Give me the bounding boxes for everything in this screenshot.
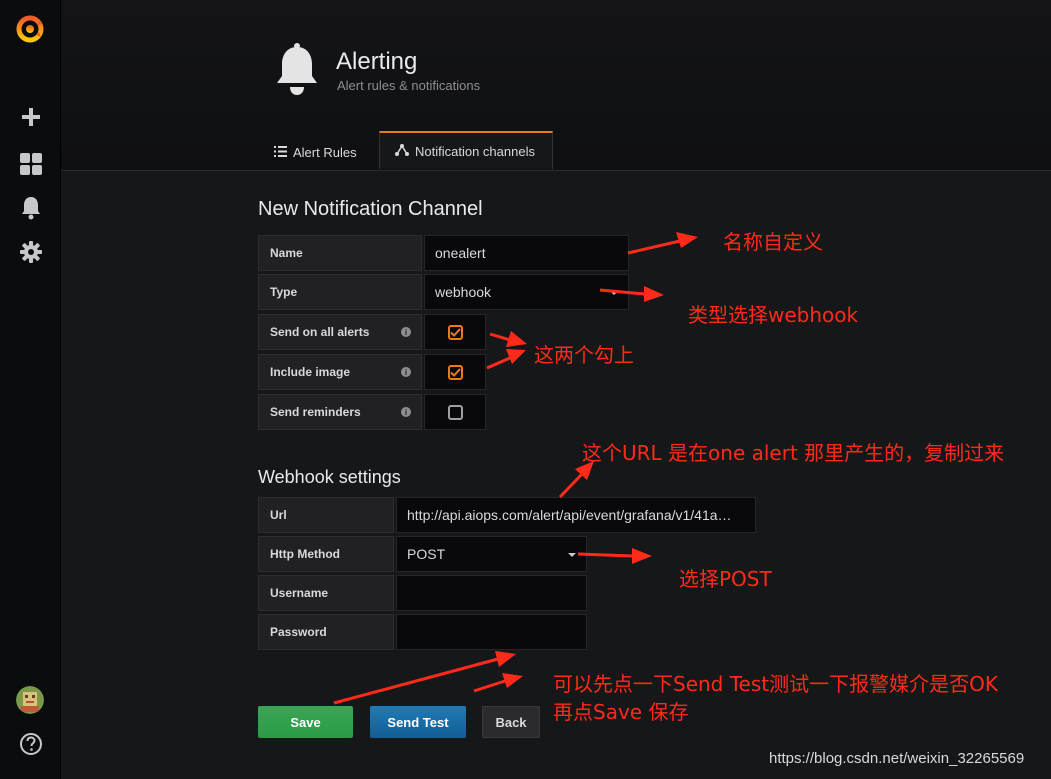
annotation-method: 选择POST [679, 567, 772, 591]
annotation-test-line2: 再点Save 保存 [553, 700, 689, 724]
watermark: https://blog.csdn.net/weixin_32265569 [769, 750, 1025, 767]
annotation-test-line1: 可以先点一下Send Test测试一下报警媒介是否OK [553, 672, 998, 696]
annotation-checks: 这两个勾上 [534, 343, 634, 367]
annotation-url: 这个URL 是在one alert 那里产生的，复制过来 [582, 441, 1005, 465]
annotation-type: 类型选择webhook [688, 303, 859, 327]
annotation-name: 名称自定义 [723, 230, 823, 254]
annotation-arrows [333, 232, 698, 705]
